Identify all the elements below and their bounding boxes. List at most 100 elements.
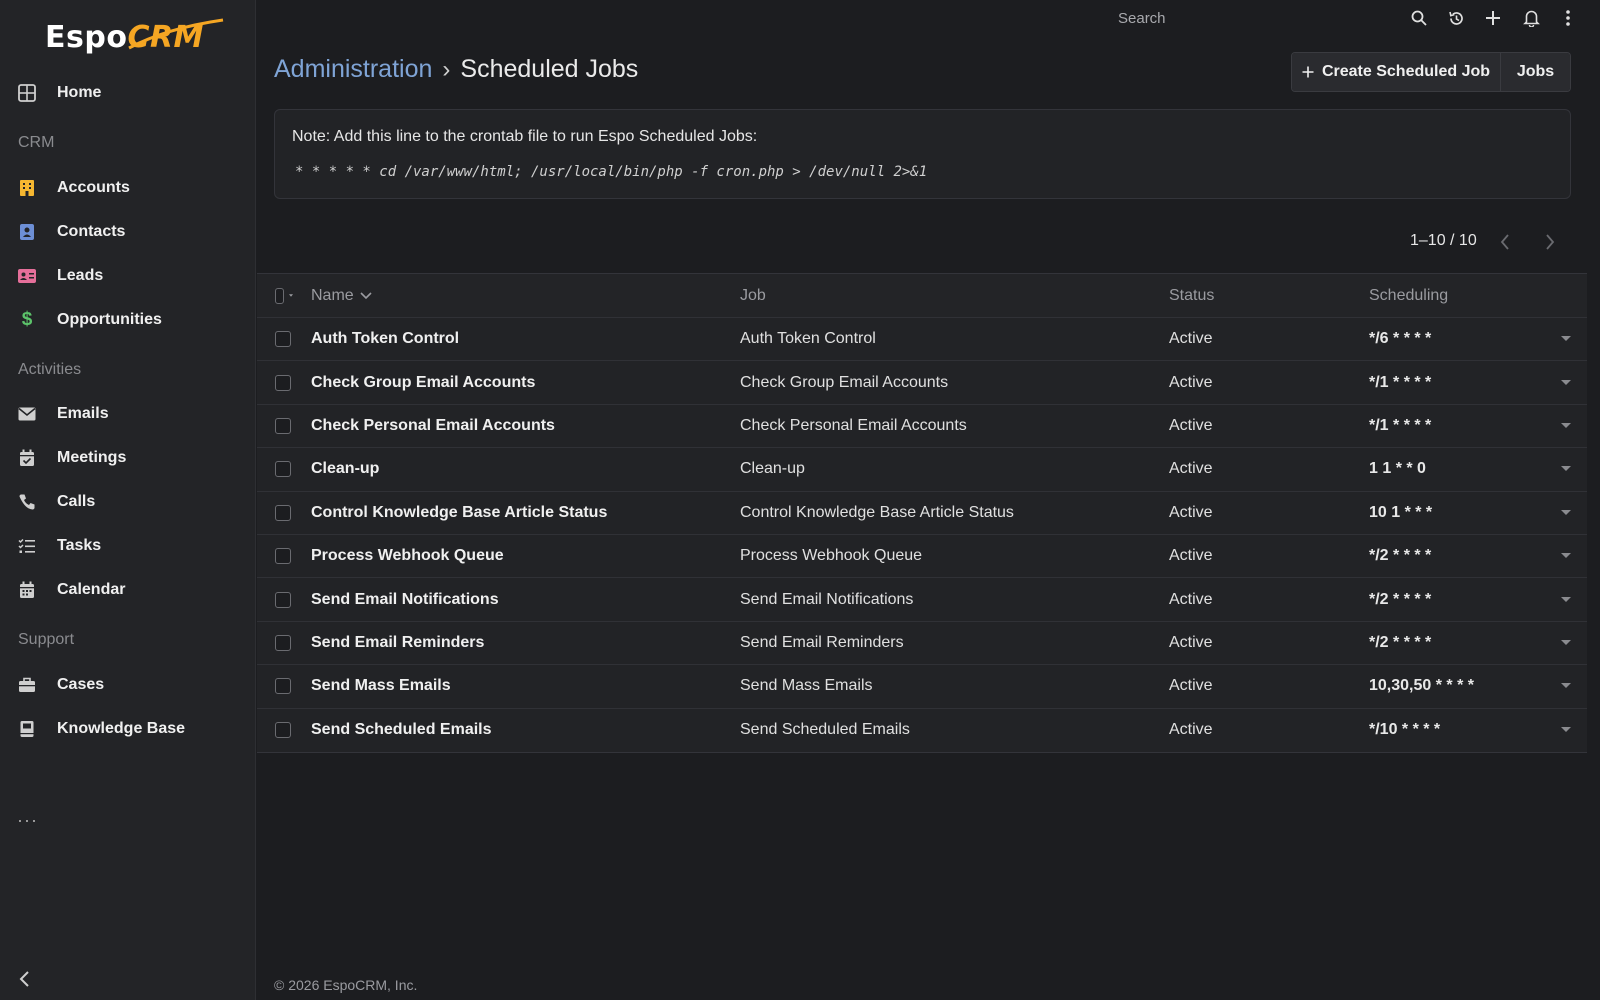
search-input[interactable]: [1118, 6, 1378, 30]
sidebar-item-contacts[interactable]: Contacts: [0, 212, 256, 252]
page-title: Scheduled Jobs: [460, 55, 639, 83]
phone-icon: [17, 492, 37, 512]
row-scheduling: */2 * * * *: [1369, 633, 1432, 651]
sidebar-item-opportunities[interactable]: $ Opportunities: [0, 300, 256, 340]
row-name-link[interactable]: Send Email Reminders: [311, 622, 484, 664]
caret-down-icon: [1561, 639, 1571, 645]
row-actions-dropdown[interactable]: [1561, 578, 1575, 620]
row-status: Active: [1169, 590, 1213, 608]
sidebar-item-label: Emails: [57, 405, 109, 422]
row-checkbox[interactable]: [275, 331, 291, 348]
sidebar-item-cases[interactable]: Cases: [0, 665, 256, 705]
select-all-checkbox[interactable]: [275, 287, 284, 304]
row-actions-dropdown[interactable]: [1561, 492, 1575, 534]
table-row: Send Email Notifications Send Email Noti…: [257, 578, 1587, 622]
row-scheduling: 10,30,50 * * * *: [1369, 677, 1474, 695]
caret-down-icon: [1561, 336, 1571, 342]
sidebar-item-label: Home: [57, 84, 102, 101]
table-row: Send Mass Emails Send Mass Emails Active…: [257, 665, 1587, 709]
id-card-icon: [17, 266, 37, 286]
create-scheduled-job-label: Create Scheduled Job: [1321, 63, 1491, 80]
column-header-name[interactable]: Name: [311, 274, 372, 317]
row-checkbox[interactable]: [275, 591, 291, 608]
sidebar-item-calls[interactable]: Calls: [0, 482, 256, 522]
row-scheduling: 1 1 * * 0: [1369, 460, 1426, 478]
sidebar-item-label: Accounts: [57, 179, 130, 196]
row-status: Active: [1169, 373, 1213, 391]
row-checkbox[interactable]: [275, 634, 291, 651]
row-status: Active: [1169, 547, 1213, 565]
row-job: Check Personal Email Accounts: [740, 416, 967, 434]
row-scheduling: */1 * * * *: [1369, 373, 1432, 391]
row-checkbox[interactable]: [275, 678, 291, 695]
row-checkbox[interactable]: [275, 417, 291, 434]
select-all-control[interactable]: [275, 274, 293, 317]
jobs-button[interactable]: Jobs: [1501, 53, 1570, 91]
row-checkbox[interactable]: [275, 504, 291, 521]
sidebar-item-emails[interactable]: Emails: [0, 394, 256, 434]
table-row: Send Scheduled Emails Send Scheduled Ema…: [257, 708, 1587, 752]
row-job: Send Email Notifications: [740, 590, 914, 608]
sidebar-item-accounts[interactable]: Accounts: [0, 168, 256, 208]
sidebar: Espo CRM Home CRM Accounts Contacts Lead…: [0, 0, 256, 1000]
caret-down-icon: [1561, 553, 1571, 559]
history-icon[interactable]: [1446, 8, 1466, 28]
column-header-name-label: Name: [311, 286, 354, 304]
breadcrumb: Administration › Scheduled Jobs: [274, 55, 638, 84]
row-scheduling: */2 * * * *: [1369, 547, 1432, 565]
row-name-link[interactable]: Send Scheduled Emails: [311, 709, 492, 752]
sidebar-item-home[interactable]: Home: [0, 73, 256, 113]
column-header-status: Status: [1169, 286, 1215, 304]
bell-icon[interactable]: [1521, 8, 1541, 28]
row-actions-dropdown[interactable]: [1561, 405, 1575, 447]
row-actions-dropdown[interactable]: [1561, 361, 1575, 403]
row-name-link[interactable]: Send Mass Emails: [311, 665, 451, 707]
row-job: Check Group Email Accounts: [740, 373, 949, 391]
more-menu-icon[interactable]: ···: [17, 810, 38, 831]
sidebar-item-calendar[interactable]: Calendar: [0, 570, 256, 610]
contact-card-icon: [17, 222, 37, 242]
row-actions-dropdown[interactable]: [1561, 318, 1575, 360]
row-name-link[interactable]: Auth Token Control: [311, 318, 459, 360]
row-actions-dropdown[interactable]: [1561, 448, 1575, 490]
row-checkbox[interactable]: [275, 461, 291, 478]
sidebar-item-knowledge-base[interactable]: Knowledge Base: [0, 709, 256, 749]
sidebar-item-label: Cases: [57, 676, 105, 693]
sidebar-item-meetings[interactable]: Meetings: [0, 438, 256, 478]
row-name-link[interactable]: Send Email Notifications: [311, 578, 499, 620]
row-name-link[interactable]: Clean-up: [311, 448, 379, 490]
logo-swoosh-icon: [128, 18, 224, 50]
row-status: Active: [1169, 677, 1213, 695]
row-name-link[interactable]: Control Knowledge Base Article Status: [311, 492, 607, 534]
sidebar-group-support: Support: [18, 631, 75, 648]
row-scheduling: */10 * * * *: [1369, 721, 1441, 739]
row-actions-dropdown[interactable]: [1561, 709, 1575, 752]
previous-page-icon[interactable]: [1500, 233, 1510, 255]
row-checkbox[interactable]: [275, 374, 291, 391]
row-actions-dropdown[interactable]: [1561, 622, 1575, 664]
row-checkbox[interactable]: [275, 722, 291, 739]
briefcase-icon: [17, 675, 37, 695]
breadcrumb-administration-link[interactable]: Administration: [274, 55, 432, 84]
row-name-link[interactable]: Check Personal Email Accounts: [311, 405, 555, 447]
row-status: Active: [1169, 633, 1213, 651]
table-row: Process Webhook Queue Process Webhook Qu…: [257, 534, 1587, 579]
search-icon[interactable]: [1409, 8, 1429, 28]
row-actions-dropdown[interactable]: [1561, 665, 1575, 707]
sidebar-item-tasks[interactable]: Tasks: [0, 526, 256, 566]
next-page-icon[interactable]: [1545, 233, 1555, 255]
row-name-link[interactable]: Process Webhook Queue: [311, 535, 504, 577]
row-checkbox[interactable]: [275, 548, 291, 565]
table-row: Auth Token Control Auth Token Control Ac…: [257, 318, 1587, 362]
row-name-link[interactable]: Check Group Email Accounts: [311, 361, 535, 403]
create-scheduled-job-button[interactable]: Create Scheduled Job: [1292, 53, 1501, 91]
espocrm-logo[interactable]: Espo CRM: [45, 16, 225, 58]
kebab-menu-icon[interactable]: [1558, 8, 1578, 28]
sidebar-item-leads[interactable]: Leads: [0, 256, 256, 296]
plus-icon[interactable]: [1483, 8, 1503, 28]
sidebar-group-activities: Activities: [18, 361, 82, 378]
row-actions-dropdown[interactable]: [1561, 535, 1575, 577]
row-scheduling: */2 * * * *: [1369, 590, 1432, 608]
collapse-sidebar-icon[interactable]: [18, 970, 30, 992]
row-job: Send Mass Emails: [740, 677, 873, 695]
